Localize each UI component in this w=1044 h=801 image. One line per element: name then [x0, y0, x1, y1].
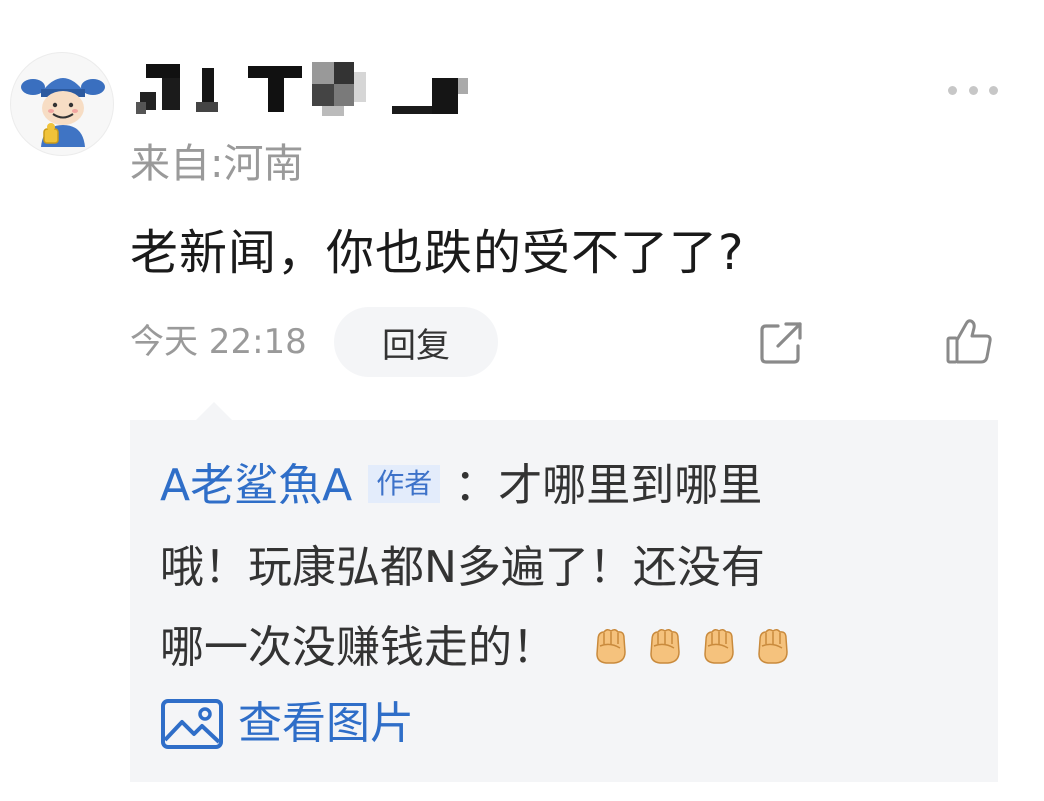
view-image-link[interactable]: 查看图片	[160, 694, 414, 754]
reply-line-3: 哪一次没赚钱走的！	[160, 618, 794, 678]
avatar-god-of-wealth-icon	[21, 78, 105, 147]
raised-fist-icon	[596, 628, 626, 664]
share-icon[interactable]	[756, 318, 806, 368]
avatar[interactable]	[10, 52, 114, 156]
image-icon	[161, 699, 223, 749]
more-dots-icon	[948, 85, 957, 95]
reply-panel-pointer	[196, 402, 232, 420]
reply-line-2: 哦！玩康弘都N多遍了！还没有	[160, 538, 765, 598]
more-dot	[989, 85, 998, 95]
fist-emoji-group	[578, 622, 794, 673]
reply-text-1: ：才哪里到哪里	[454, 460, 763, 511]
reply-line-1: A老鲨魚A 作者 ：才哪里到哪里	[160, 456, 762, 516]
username-redacted[interactable]	[132, 58, 472, 120]
author-badge: 作者	[368, 465, 441, 503]
comment-timestamp: 今天 22:18	[130, 322, 307, 362]
comment-page: 来自:河南 老新闻，你也跌的受不了了? 今天 22:18 回复 A老鲨魚A 作者 ：…	[0, 0, 1044, 801]
thumbs-up-icon[interactable]	[944, 316, 996, 368]
reply-text-2: 哦！玩康弘都N多遍了！还没有	[160, 542, 765, 593]
reply-button[interactable]: 回复	[334, 307, 498, 377]
comment-text: 老新闻，你也跌的受不了了?	[130, 225, 745, 281]
location-label: 来自:河南	[130, 141, 304, 187]
more-dot	[968, 85, 978, 95]
raised-fist-icon	[650, 628, 680, 664]
raised-fist-icon	[758, 628, 788, 664]
more-options-button[interactable]	[948, 76, 998, 104]
raised-fist-icon	[704, 628, 734, 664]
reply-text-3: 哪一次没赚钱走的！	[160, 622, 556, 673]
view-image-label: 查看图片	[238, 698, 414, 749]
reply-author-name[interactable]: A老鲨魚A	[160, 460, 352, 511]
